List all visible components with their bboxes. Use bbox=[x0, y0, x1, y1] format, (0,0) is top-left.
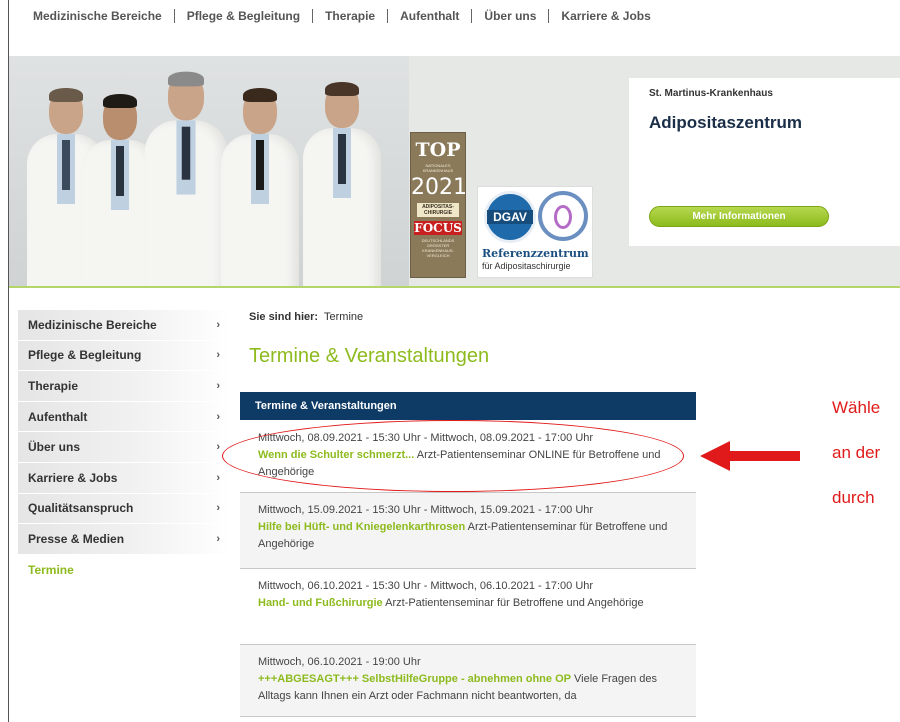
annotation-line-3: durch bbox=[832, 488, 875, 507]
dgav-seal-icon: DGAV bbox=[484, 191, 536, 243]
doctors-photo bbox=[9, 56, 409, 286]
arrow-left-icon bbox=[700, 441, 800, 471]
sidebar-item-termine[interactable]: Termine bbox=[18, 554, 230, 586]
sidebar-item-label: Karriere & Jobs bbox=[28, 470, 118, 485]
sidebar-item-label: Qualitätsanspruch bbox=[28, 501, 134, 516]
hero-title: Adipositaszentrum bbox=[649, 113, 803, 132]
badge-subtitle: NATIONALES KRANKENHAUS bbox=[422, 163, 454, 173]
top-navigation: Medizinische Bereiche Pflege & Begleitun… bbox=[9, 0, 900, 56]
breadcrumb-label: Sie sind hier: bbox=[249, 311, 319, 323]
topnav-item-therapie[interactable]: Therapie bbox=[313, 9, 389, 23]
topnav-item-karriere-jobs[interactable]: Karriere & Jobs bbox=[549, 9, 662, 23]
sidebar-item-label: Pflege & Begleitung bbox=[28, 348, 142, 363]
topnav-item-pflege-begleitung[interactable]: Pflege & Begleitung bbox=[175, 9, 314, 23]
chevron-right-icon: › bbox=[216, 471, 220, 484]
event-datetime: Mittwoch, 15.09.2021 - 15:30 Uhr - Mittw… bbox=[258, 504, 594, 516]
chevron-right-icon: › bbox=[216, 532, 220, 545]
event-title-link[interactable]: Hilfe bei Hüft- und Kniegelenkarthrosen bbox=[258, 521, 465, 533]
breadcrumb-current[interactable]: Termine bbox=[324, 311, 363, 323]
sidebar-item-label: Über uns bbox=[28, 440, 81, 455]
event-title-link[interactable]: +++ABGESAGT+++ SelbstHilfeGruppe - abneh… bbox=[258, 673, 571, 685]
sidebar-item-label: Aufenthalt bbox=[28, 409, 88, 424]
sidebar-item-ueber-uns[interactable]: Über uns › bbox=[18, 432, 230, 463]
event-item: Mittwoch, 06.10.2021 - 19:00 Uhr +++ABGE… bbox=[240, 645, 696, 717]
event-datetime: Mittwoch, 08.09.2021 - 15:30 Uhr - Mittw… bbox=[258, 432, 594, 444]
sidebar-item-presse-medien[interactable]: Presse & Medien › bbox=[18, 524, 230, 555]
chevron-right-icon: › bbox=[216, 379, 220, 392]
dgav-line1: Referenzzentrum bbox=[482, 247, 589, 260]
badge-category: ADIPOSITAS-CHIRURGIE bbox=[417, 203, 459, 217]
adipositas-seal-icon bbox=[538, 191, 588, 241]
chevron-right-icon: › bbox=[216, 441, 220, 454]
chevron-right-icon: › bbox=[216, 318, 220, 331]
event-title-link[interactable]: Wenn die Schulter schmerzt... bbox=[258, 449, 414, 461]
sidebar-item-medizinische-bereiche[interactable]: Medizinische Bereiche › bbox=[18, 310, 230, 341]
sidebar-item-label: Medizinische Bereiche bbox=[28, 317, 157, 332]
focus-top-badge: TOP NATIONALES KRANKENHAUS 2021 ADIPOSIT… bbox=[410, 132, 467, 278]
dgav-line2: für Adipositaschirurgie bbox=[482, 261, 571, 271]
topnav-item-ueber-uns[interactable]: Über uns bbox=[472, 9, 550, 23]
badge-year: 2021 bbox=[411, 175, 467, 200]
hero-org: St. Martinus-Krankenhaus bbox=[649, 88, 773, 99]
annotation-line-2: an der bbox=[832, 443, 881, 462]
annotation-line-1: Wähle bbox=[832, 398, 881, 417]
sidebar-item-karriere-jobs[interactable]: Karriere & Jobs › bbox=[18, 462, 230, 494]
event-description: Arzt-Patientenseminar für Betroffene und… bbox=[382, 597, 644, 609]
doctor-figure bbox=[221, 88, 299, 286]
doctor-figure bbox=[144, 71, 228, 286]
sidebar-item-label: Termine bbox=[28, 562, 74, 577]
hero-info-box: St. Martinus-Krankenhaus Adipositaszentr… bbox=[629, 78, 900, 246]
doctor-figure bbox=[303, 82, 381, 286]
event-datetime: Mittwoch, 06.10.2021 - 15:30 Uhr - Mittw… bbox=[258, 580, 594, 592]
event-datetime: Mittwoch, 06.10.2021 - 19:00 Uhr bbox=[258, 656, 421, 668]
breadcrumb: Sie sind hier: Termine bbox=[249, 311, 363, 323]
sidebar-item-label: Presse & Medien bbox=[28, 531, 125, 546]
dgav-reference-logo: DGAV Referenzzentrum für Adipositaschiru… bbox=[477, 186, 593, 278]
badge-brand: FOCUS bbox=[414, 221, 462, 235]
hero-divider bbox=[9, 286, 900, 288]
badge-note: DEUTSCHLANDS GRÖSSTER KRANKENHAUS-VERGLE… bbox=[421, 238, 455, 258]
event-item: Mittwoch, 06.10.2021 - 15:30 Uhr - Mittw… bbox=[240, 569, 696, 645]
topnav-item-medizinische-bereiche[interactable]: Medizinische Bereiche bbox=[33, 9, 175, 23]
sidebar-nav: Medizinische Bereiche › Pflege & Begleitu… bbox=[18, 310, 230, 586]
more-info-button[interactable]: Mehr Informationen bbox=[649, 206, 829, 227]
events-list: Termine & Veranstaltungen Mittwoch, 08.0… bbox=[240, 392, 696, 717]
topnav-item-aufenthalt[interactable]: Aufenthalt bbox=[388, 9, 473, 23]
chevron-right-icon: › bbox=[216, 502, 220, 515]
sidebar-item-therapie[interactable]: Therapie › bbox=[18, 371, 230, 402]
sidebar-item-label: Therapie bbox=[28, 378, 79, 393]
chevron-right-icon: › bbox=[216, 349, 220, 362]
event-item: Mittwoch, 15.09.2021 - 15:30 Uhr - Mittw… bbox=[240, 493, 696, 569]
event-title-link[interactable]: Hand- und Fußchirurgie bbox=[258, 597, 383, 609]
page-title: Termine & Veranstaltungen bbox=[249, 345, 490, 367]
sidebar-item-qualitaetsanspruch[interactable]: Qualitätsanspruch › bbox=[18, 493, 230, 525]
events-header: Termine & Veranstaltungen bbox=[240, 392, 696, 420]
sidebar-item-pflege-begleitung[interactable]: Pflege & Begleitung › bbox=[18, 340, 230, 372]
sidebar-item-aufenthalt[interactable]: Aufenthalt › bbox=[18, 401, 230, 433]
badge-top-text: TOP bbox=[415, 139, 461, 161]
event-item: Mittwoch, 08.09.2021 - 15:30 Uhr - Mittw… bbox=[240, 420, 696, 493]
chevron-right-icon: › bbox=[216, 410, 220, 423]
hero-banner: TOP NATIONALES KRANKENHAUS 2021 ADIPOSIT… bbox=[9, 56, 900, 286]
